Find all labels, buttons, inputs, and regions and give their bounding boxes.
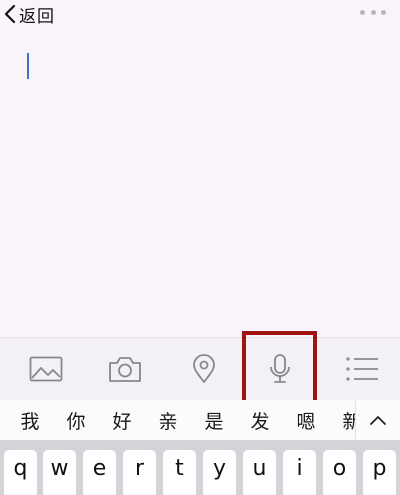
text-editor-area[interactable] — [0, 30, 400, 337]
key-q[interactable]: q — [4, 450, 37, 495]
chevron-up-icon — [370, 416, 386, 425]
key-r[interactable]: r — [123, 450, 156, 495]
key-o[interactable]: o — [323, 450, 356, 495]
keyboard: q w e r t y u i o p — [0, 440, 400, 495]
chevron-left-icon — [4, 4, 16, 24]
collapse-candidates-button[interactable] — [355, 400, 400, 440]
keyboard-row-1: q w e r t y u i o p — [0, 450, 400, 495]
image-icon — [29, 356, 63, 382]
candidate-word[interactable]: 亲 — [145, 407, 191, 434]
ime-candidate-bar: 我 你 好 亲 是 发 嗯 新 — [0, 400, 400, 440]
microphone-icon — [270, 354, 290, 383]
location-button[interactable] — [174, 338, 234, 400]
key-p[interactable]: p — [363, 450, 396, 495]
editor-toolbar — [0, 337, 400, 400]
camera-icon — [109, 357, 141, 382]
key-t[interactable]: t — [163, 450, 196, 495]
list-button[interactable] — [332, 338, 392, 400]
candidate-word[interactable]: 发 — [237, 407, 283, 434]
list-icon — [346, 357, 378, 381]
note-editor-screen: 返回 我 你 好 亲 是 发 嗯 新 q w e r t y u i o p — [0, 0, 400, 495]
text-caret — [27, 53, 29, 79]
key-i[interactable]: i — [283, 450, 316, 495]
candidate-word[interactable]: 我 — [7, 407, 53, 434]
back-button[interactable]: 返回 — [4, 1, 55, 27]
insert-image-button[interactable] — [16, 338, 76, 400]
key-u[interactable]: u — [243, 450, 276, 495]
candidate-word[interactable]: 是 — [191, 407, 237, 434]
camera-button[interactable] — [95, 338, 155, 400]
more-dot — [370, 9, 376, 15]
candidate-word[interactable]: 你 — [53, 407, 99, 434]
more-options-icon[interactable] — [360, 6, 386, 18]
candidate-word[interactable]: 好 — [99, 407, 145, 434]
candidate-word[interactable]: 嗯 — [283, 407, 329, 434]
location-pin-icon — [193, 354, 215, 383]
more-dot — [360, 9, 365, 15]
top-nav-bar: 返回 — [0, 0, 400, 30]
more-dot — [381, 9, 386, 15]
voice-input-button[interactable] — [250, 338, 310, 400]
key-e[interactable]: e — [83, 450, 116, 495]
key-w[interactable]: w — [43, 450, 76, 495]
back-label: 返回 — [19, 6, 55, 27]
key-y[interactable]: y — [203, 450, 236, 495]
